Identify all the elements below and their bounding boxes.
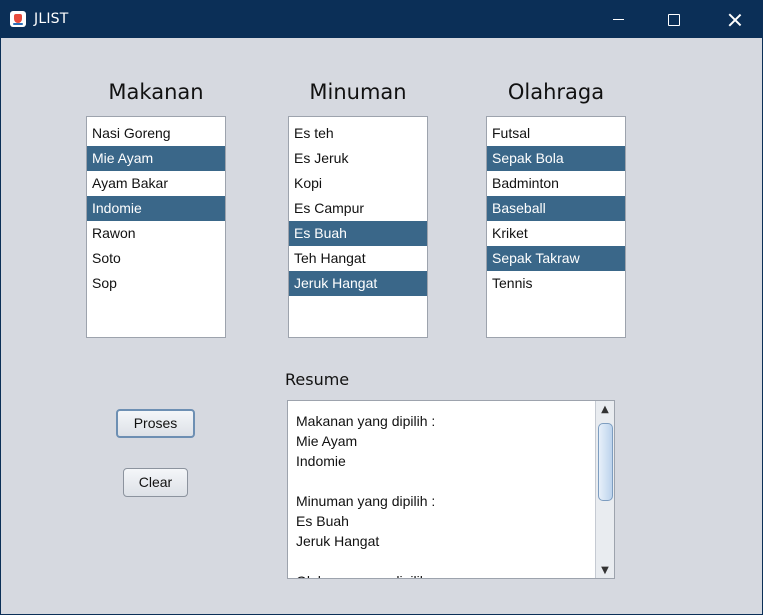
list-item[interactable]: Sepak Bola xyxy=(487,146,625,171)
olahraga-heading: Olahraga xyxy=(507,80,605,104)
list-item[interactable]: Jeruk Hangat xyxy=(289,271,427,296)
list-item[interactable]: Es Campur xyxy=(289,196,427,221)
scroll-thumb[interactable] xyxy=(598,423,613,501)
list-item[interactable]: Es Jeruk xyxy=(289,146,427,171)
proses-button[interactable]: Proses xyxy=(116,409,195,438)
maximize-icon xyxy=(667,13,680,26)
list-item[interactable]: Mie Ayam xyxy=(87,146,225,171)
makanan-heading: Makanan xyxy=(108,80,204,104)
minuman-heading: Minuman xyxy=(309,80,407,104)
list-item[interactable]: Tennis xyxy=(487,271,625,296)
list-item[interactable]: Sop xyxy=(87,271,225,296)
list-item[interactable]: Indomie xyxy=(87,196,225,221)
scroll-down-icon[interactable]: ▼ xyxy=(596,562,614,578)
list-item[interactable]: Rawon xyxy=(87,221,225,246)
maximize-button[interactable] xyxy=(646,1,701,38)
list-item[interactable]: Ayam Bakar xyxy=(87,171,225,196)
scroll-up-icon[interactable]: ▲ xyxy=(596,401,614,417)
list-item[interactable]: Sepak Takraw xyxy=(487,246,625,271)
java-app-icon xyxy=(10,11,26,27)
list-item[interactable]: Soto xyxy=(87,246,225,271)
resume-text: Makanan yang dipilih : Mie Ayam Indomie … xyxy=(296,413,436,578)
list-item[interactable]: Kriket xyxy=(487,221,625,246)
minuman-list[interactable]: Es teh Es Jeruk Kopi Es Campur Es Buah Teh Ha… xyxy=(288,116,428,338)
olahraga-list[interactable]: Futsal Sepak Bola Badminton Baseball Kriket S… xyxy=(486,116,626,338)
list-item[interactable]: Teh Hangat xyxy=(289,246,427,271)
makanan-list[interactable]: Nasi Goreng Mie Ayam Ayam Bakar Indomie Rawo… xyxy=(86,116,226,338)
app-window: JLIST Makanan Minuman Olahraga Nasi Gore… xyxy=(0,0,763,615)
close-button[interactable] xyxy=(707,1,762,38)
window-title: JLIST xyxy=(34,11,69,27)
list-item[interactable]: Nasi Goreng xyxy=(87,121,225,146)
resume-scrollbar[interactable]: ▲ ▼ xyxy=(595,401,614,578)
resume-textarea[interactable]: Makanan yang dipilih : Mie Ayam Indomie … xyxy=(287,400,615,579)
list-item[interactable]: Badminton xyxy=(487,171,625,196)
title-bar[interactable]: JLIST xyxy=(1,1,762,38)
close-icon xyxy=(728,13,742,27)
minimize-icon xyxy=(613,19,624,20)
clear-button[interactable]: Clear xyxy=(123,468,188,497)
list-item[interactable]: Futsal xyxy=(487,121,625,146)
list-item[interactable]: Es teh xyxy=(289,121,427,146)
list-item[interactable]: Es Buah xyxy=(289,221,427,246)
minimize-button[interactable] xyxy=(591,1,646,38)
resume-label: Resume xyxy=(285,370,350,389)
list-item[interactable]: Kopi xyxy=(289,171,427,196)
list-item[interactable]: Baseball xyxy=(487,196,625,221)
